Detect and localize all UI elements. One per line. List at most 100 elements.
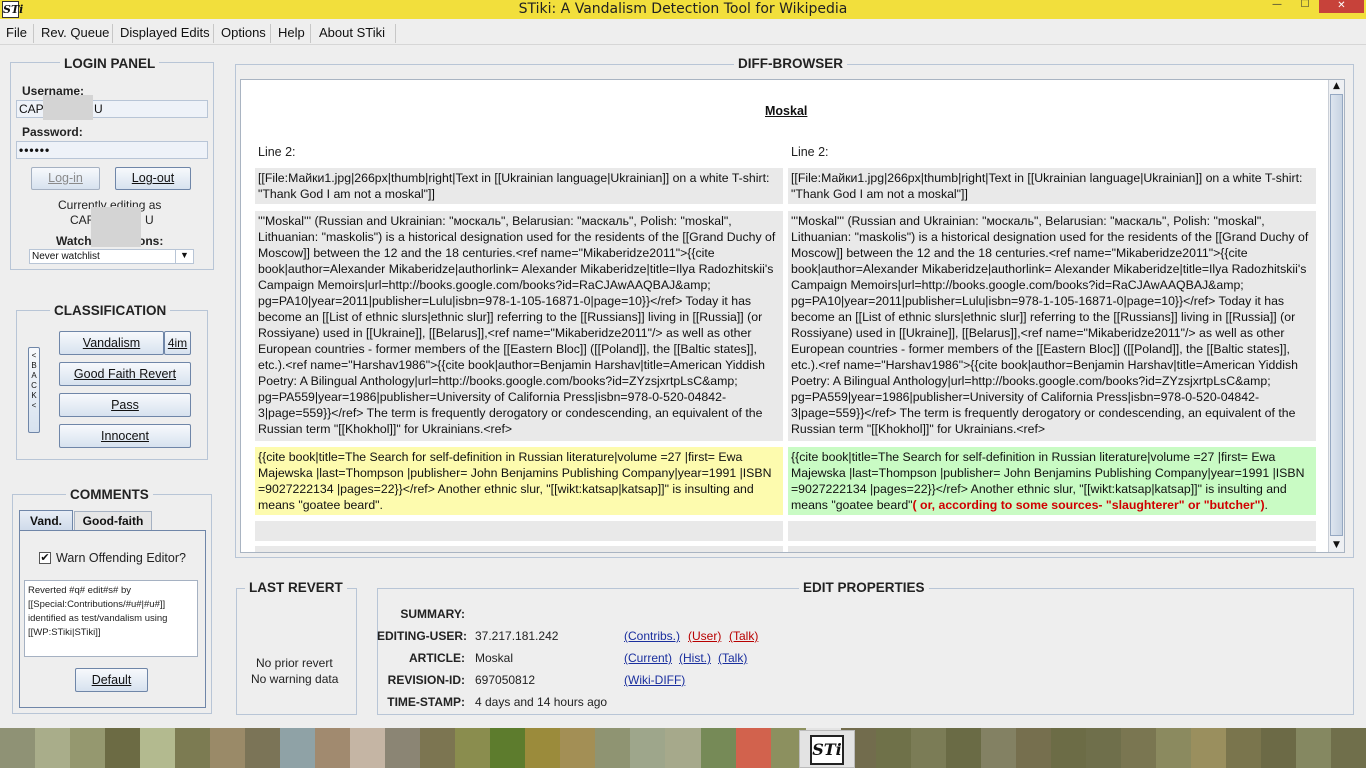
taskbar-tile[interactable] — [420, 728, 457, 768]
taskbar-tile[interactable] — [455, 728, 492, 768]
menu-displayed-edits[interactable]: Displayed Edits — [118, 25, 212, 43]
redaction-block — [91, 207, 141, 247]
taskbar-tile[interactable] — [630, 728, 667, 768]
taskbar-tile[interactable] — [1190, 728, 1227, 768]
taskbar-tile[interactable] — [1155, 728, 1192, 768]
right-context-2: '''Moskal''' (Russian and Ukrainian: "мо… — [788, 211, 1316, 441]
menu-help[interactable]: Help — [276, 25, 307, 43]
taskbar-tile[interactable] — [280, 728, 317, 768]
taskbar-tile[interactable] — [315, 728, 352, 768]
taskbar-tile[interactable] — [490, 728, 527, 768]
left-context-2: '''Moskal''' (Russian and Ukrainian: "мо… — [255, 211, 783, 441]
taskbar-tile[interactable] — [665, 728, 702, 768]
maximize-button[interactable]: ☐ — [1292, 0, 1318, 12]
warn-checkbox[interactable]: ✔ — [39, 552, 51, 564]
taskbar-tile[interactable] — [70, 728, 107, 768]
menu-separator — [310, 24, 311, 43]
taskbar-tile[interactable] — [140, 728, 177, 768]
menu-separator — [112, 24, 113, 43]
current-link[interactable]: (Current) — [624, 651, 672, 665]
title-bar: STi STiki: A Vandalism Detection Tool fo… — [0, 0, 1366, 19]
wiki-diff-link[interactable]: (Wiki-DIFF) — [624, 673, 685, 687]
contribs-link[interactable]: (Contribs.) — [624, 629, 680, 643]
back-button[interactable]: < B A C K < — [28, 347, 40, 433]
diff-scrollbar[interactable]: ▲ ▼ — [1328, 80, 1344, 552]
article-value: Moskal — [475, 651, 514, 665]
password-label: Password: — [22, 125, 83, 139]
taskbar-stiki-button[interactable]: STi — [799, 730, 855, 768]
menu-separator — [33, 24, 34, 43]
menu-separator — [270, 24, 271, 43]
menu-file[interactable]: File — [4, 25, 29, 43]
taskbar-tile[interactable] — [385, 728, 422, 768]
taskbar-tile[interactable] — [245, 728, 282, 768]
vandalism-4im-button[interactable]: 4im — [164, 331, 191, 355]
taskbar-tile[interactable] — [175, 728, 212, 768]
right-empty-row — [788, 546, 1316, 552]
tab-vand[interactable]: Vand. — [19, 510, 73, 530]
taskbar-tile[interactable] — [1225, 728, 1262, 768]
login-button[interactable]: Log-in — [31, 167, 100, 190]
taskbar-tile[interactable] — [735, 728, 772, 768]
taskbar-tile[interactable] — [1330, 728, 1366, 768]
article-talk-link[interactable]: (Talk) — [718, 651, 747, 665]
taskbar — [0, 728, 1366, 768]
taskbar-tile[interactable] — [1260, 728, 1297, 768]
taskbar-tile[interactable] — [525, 728, 562, 768]
menu-separator — [213, 24, 214, 43]
no-prior-revert: No prior revert — [256, 656, 333, 670]
username-value: CAP — [19, 102, 44, 116]
password-field[interactable]: •••••• — [16, 141, 208, 159]
taskbar-tile[interactable] — [350, 728, 387, 768]
user-link[interactable]: (User) — [688, 629, 721, 643]
menu-rev-queue[interactable]: Rev. Queue — [39, 25, 111, 43]
taskbar-tile[interactable] — [875, 728, 912, 768]
taskbar-tile[interactable] — [700, 728, 737, 768]
history-link[interactable]: (Hist.) — [679, 651, 711, 665]
back-letter: C — [31, 381, 37, 390]
scroll-up-icon[interactable]: ▲ — [1329, 80, 1344, 93]
diff-view[interactable]: Moskal Line 2: Line 2: [[File:Майки1.jpg… — [240, 79, 1345, 553]
scroll-down-icon[interactable]: ▼ — [1329, 539, 1344, 552]
vandalism-button[interactable]: Vandalism — [59, 331, 164, 355]
chevron-down-icon[interactable]: ▼ — [175, 250, 193, 263]
taskbar-tile[interactable] — [210, 728, 247, 768]
taskbar-tile[interactable] — [1120, 728, 1157, 768]
taskbar-tile[interactable] — [1295, 728, 1332, 768]
taskbar-tile[interactable] — [980, 728, 1017, 768]
taskbar-tile[interactable] — [595, 728, 632, 768]
last-revert-panel — [236, 588, 357, 715]
innocent-button[interactable]: Innocent — [59, 424, 191, 448]
taskbar-tile[interactable] — [105, 728, 142, 768]
warn-editor-label: Warn Offending Editor? — [56, 551, 186, 565]
taskbar-tile[interactable] — [1015, 728, 1052, 768]
minimize-button[interactable]: — — [1264, 0, 1290, 12]
good-faith-revert-button[interactable]: Good Faith Revert — [59, 362, 191, 386]
scrollbar-thumb[interactable] — [1330, 94, 1343, 536]
tab-good-faith[interactable]: Good-faith — [74, 511, 152, 530]
logout-button[interactable]: Log-out — [115, 167, 191, 190]
taskbar-tile[interactable] — [910, 728, 947, 768]
taskbar-tile[interactable] — [0, 728, 37, 768]
user-talk-link[interactable]: (Talk) — [729, 629, 758, 643]
comment-textarea[interactable]: Reverted #q# edit#s# by [[Special:Contri… — [24, 580, 198, 657]
default-button[interactable]: Default — [75, 668, 148, 692]
taskbar-tile[interactable] — [1085, 728, 1122, 768]
taskbar-tile[interactable] — [1050, 728, 1087, 768]
revision-id-label: REVISION-ID: — [387, 673, 465, 687]
watchlist-select[interactable]: Never watchlist ▼ — [29, 249, 194, 264]
pass-button[interactable]: Pass — [59, 393, 191, 417]
close-button[interactable]: ✕ — [1319, 0, 1364, 13]
menu-options[interactable]: Options — [219, 25, 268, 43]
menu-bar: File Rev. Queue Displayed Edits Options … — [0, 21, 1366, 45]
taskbar-tile[interactable] — [945, 728, 982, 768]
redaction-block — [43, 95, 93, 120]
taskbar-tile[interactable] — [560, 728, 597, 768]
right-context-1: [[File:Майки1.jpg|266px|thumb|right|Text… — [788, 168, 1316, 204]
editing-user-value: 37.217.181.242 — [475, 629, 559, 643]
login-panel-title: LOGIN PANEL — [60, 56, 160, 71]
back-letter: B — [31, 361, 37, 370]
classification-title: CLASSIFICATION — [50, 303, 171, 318]
menu-about[interactable]: About STiki — [317, 25, 387, 43]
taskbar-tile[interactable] — [35, 728, 72, 768]
